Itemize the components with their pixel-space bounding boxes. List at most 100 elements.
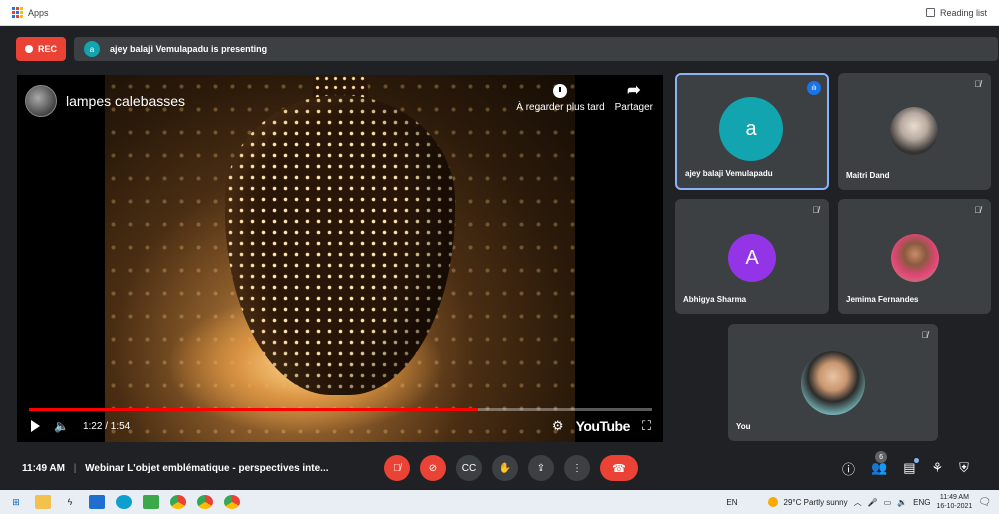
photos-app-icon[interactable] bbox=[89, 495, 105, 509]
lightning-app-icon[interactable]: ϟ bbox=[62, 495, 78, 509]
volume-icon[interactable]: 🔈 bbox=[54, 419, 69, 433]
share-arrow-icon: ➦ bbox=[627, 82, 641, 99]
participant-tile-self[interactable]: 🎙̸ You bbox=[728, 324, 938, 441]
recording-label: REC bbox=[38, 44, 58, 54]
share-label: Partager bbox=[614, 102, 653, 113]
network-icon[interactable]: ▭ bbox=[884, 498, 892, 507]
activities-icon[interactable]: ⚘ bbox=[932, 460, 944, 476]
chrome-icon[interactable] bbox=[170, 495, 186, 509]
participant-tile[interactable]: ılı a ajey balaji Vemulapadu bbox=[675, 73, 829, 190]
speaking-indicator-icon: ılı bbox=[807, 81, 821, 95]
top-row: REC a ajey balaji Vemulapadu is presenti… bbox=[16, 37, 999, 61]
tray-mic-icon[interactable]: 🎤 bbox=[868, 498, 878, 507]
volume-tray-icon[interactable]: 🔉 bbox=[897, 498, 907, 507]
share-button[interactable]: ➦ Partager bbox=[614, 82, 653, 114]
video-progress-fill bbox=[29, 408, 478, 411]
record-icon bbox=[25, 45, 33, 53]
chevron-up-icon[interactable]: ︿ bbox=[854, 497, 862, 508]
participant-name: You bbox=[736, 422, 751, 431]
meeting-details: 11:49 AM | Webinar L'objet emblématique … bbox=[22, 463, 329, 474]
participant-name: Abhigya Sharma bbox=[683, 295, 747, 304]
muted-mic-icon: 🎙̸ bbox=[974, 79, 981, 89]
youtube-logo[interactable]: YouTube bbox=[576, 418, 631, 434]
settings-gear-icon[interactable]: ⚙ bbox=[552, 418, 564, 434]
bookmarks-bar: Apps Reading list bbox=[0, 0, 999, 26]
video-time: 1:22 / 1:54 bbox=[82, 420, 131, 432]
more-options-button[interactable]: ⋮ bbox=[564, 455, 590, 481]
participant-name: ajey balaji Vemulapadu bbox=[685, 169, 773, 178]
apps-link[interactable]: Apps bbox=[28, 8, 49, 18]
meeting-controls: 🎙̸ ⊘ CC ✋ ⇪ ⋮ ☎ bbox=[384, 455, 638, 481]
presenting-text: ajey balaji Vemulapadu is presenting bbox=[110, 44, 268, 54]
recording-badge[interactable]: REC bbox=[16, 37, 67, 61]
edge-browser-icon[interactable] bbox=[116, 495, 132, 509]
chrome-icon-2[interactable] bbox=[197, 495, 213, 509]
video-controls: 🔈 1:22 / 1:54 ⚙ YouTube ⛶ bbox=[31, 416, 651, 436]
taskbar-date: 16-10-2021 bbox=[936, 503, 973, 510]
meeting-time: 11:49 AM bbox=[22, 462, 65, 474]
notifications-icon[interactable]: 🗨 bbox=[978, 497, 991, 508]
host-controls-icon[interactable]: ⛨ bbox=[959, 460, 969, 476]
participant-photo bbox=[891, 234, 939, 282]
video-title-bar: lampes calebasses bbox=[25, 85, 185, 117]
participant-tile[interactable]: 🎙̸ Maitri Dand bbox=[838, 73, 991, 190]
play-icon[interactable] bbox=[31, 420, 40, 432]
meeting-control-bar: 11:49 AM | Webinar L'objet emblématique … bbox=[0, 446, 999, 490]
camera-off-button[interactable]: ⊘ bbox=[420, 455, 446, 481]
participant-photo bbox=[890, 107, 938, 155]
taskbar-apps: ⊞ ϟ bbox=[8, 495, 240, 509]
separator: | bbox=[73, 462, 77, 474]
participant-name: Jemima Fernandes bbox=[846, 295, 919, 304]
camtasia-icon[interactable] bbox=[143, 495, 159, 509]
clock-icon bbox=[553, 84, 568, 98]
file-explorer-icon[interactable] bbox=[35, 495, 51, 509]
system-tray: EN 29°C Partly sunny ︿ 🎤 ▭ 🔉 ENG 11:49 A… bbox=[726, 493, 991, 511]
presenter-avatar: a bbox=[84, 41, 101, 57]
reading-list-label: Reading list bbox=[939, 7, 987, 18]
meeting-title: Webinar L'objet emblématique - perspecti… bbox=[85, 462, 329, 474]
reading-list-button[interactable]: Reading list bbox=[925, 7, 987, 18]
chat-button[interactable]: ▤ bbox=[903, 458, 919, 476]
presenting-banner: a ajey balaji Vemulapadu is presenting bbox=[74, 37, 999, 61]
participant-tile[interactable]: 🎙̸ A Abhigya Sharma bbox=[675, 199, 829, 314]
chrome-icon-3[interactable] bbox=[224, 495, 240, 509]
weather-text[interactable]: 29°C Partly sunny bbox=[784, 498, 848, 507]
present-button[interactable]: ⇪ bbox=[528, 455, 554, 481]
video-frame bbox=[105, 75, 575, 442]
input-language[interactable]: ENG bbox=[913, 498, 930, 507]
channel-avatar[interactable] bbox=[25, 85, 57, 117]
presentation-video[interactable]: lampes calebasses À regarder plus tard ➦… bbox=[17, 75, 663, 442]
muted-mic-icon: 🎙̸ bbox=[921, 330, 928, 340]
raise-hand-button[interactable]: ✋ bbox=[492, 455, 518, 481]
captions-button[interactable]: CC bbox=[456, 455, 482, 481]
muted-mic-icon: 🎙̸ bbox=[974, 205, 981, 215]
participant-avatar: A bbox=[728, 234, 776, 282]
watch-later-button[interactable]: À regarder plus tard bbox=[516, 84, 605, 113]
people-button[interactable]: 6 👥 bbox=[871, 451, 887, 476]
video-progress-bar[interactable] bbox=[29, 408, 652, 411]
muted-mic-icon: 🎙̸ bbox=[812, 205, 819, 215]
exit-fullscreen-icon[interactable]: ⛶ bbox=[642, 418, 651, 434]
participant-photo bbox=[801, 351, 865, 415]
windows-start-icon[interactable]: ⊞ bbox=[8, 495, 24, 509]
people-count-badge: 6 bbox=[875, 451, 888, 463]
leave-call-button[interactable]: ☎ bbox=[600, 455, 638, 481]
taskbar-time: 11:49 AM bbox=[939, 494, 969, 501]
video-title[interactable]: lampes calebasses bbox=[66, 93, 185, 109]
watch-later-label: À regarder plus tard bbox=[516, 102, 605, 113]
participant-name: Maitri Dand bbox=[846, 171, 890, 180]
taskbar-clock[interactable]: 11:49 AM 16-10-2021 bbox=[936, 493, 972, 511]
meeting-side-controls: ⓘ 6 👥 ▤ ⚘ ⛨ bbox=[842, 451, 969, 478]
video-actions: À regarder plus tard ➦ Partager bbox=[516, 82, 653, 114]
language-short[interactable]: EN bbox=[726, 498, 737, 507]
chat-icon: ▤ bbox=[903, 460, 916, 475]
participant-tile[interactable]: 🎙̸ Jemima Fernandes bbox=[838, 199, 991, 314]
participant-avatar: a bbox=[719, 97, 783, 161]
reading-list-icon bbox=[925, 8, 935, 17]
mic-off-button[interactable]: 🎙̸ bbox=[384, 455, 410, 481]
meet-window: REC a ajey balaji Vemulapadu is presenti… bbox=[0, 26, 999, 490]
apps-icon[interactable] bbox=[12, 7, 23, 18]
windows-taskbar: ⊞ ϟ EN 29°C Partly sunny ︿ 🎤 ▭ 🔉 ENG 11:… bbox=[0, 490, 999, 514]
weather-sun-icon bbox=[767, 497, 778, 507]
meeting-info-icon[interactable]: ⓘ bbox=[842, 459, 855, 478]
